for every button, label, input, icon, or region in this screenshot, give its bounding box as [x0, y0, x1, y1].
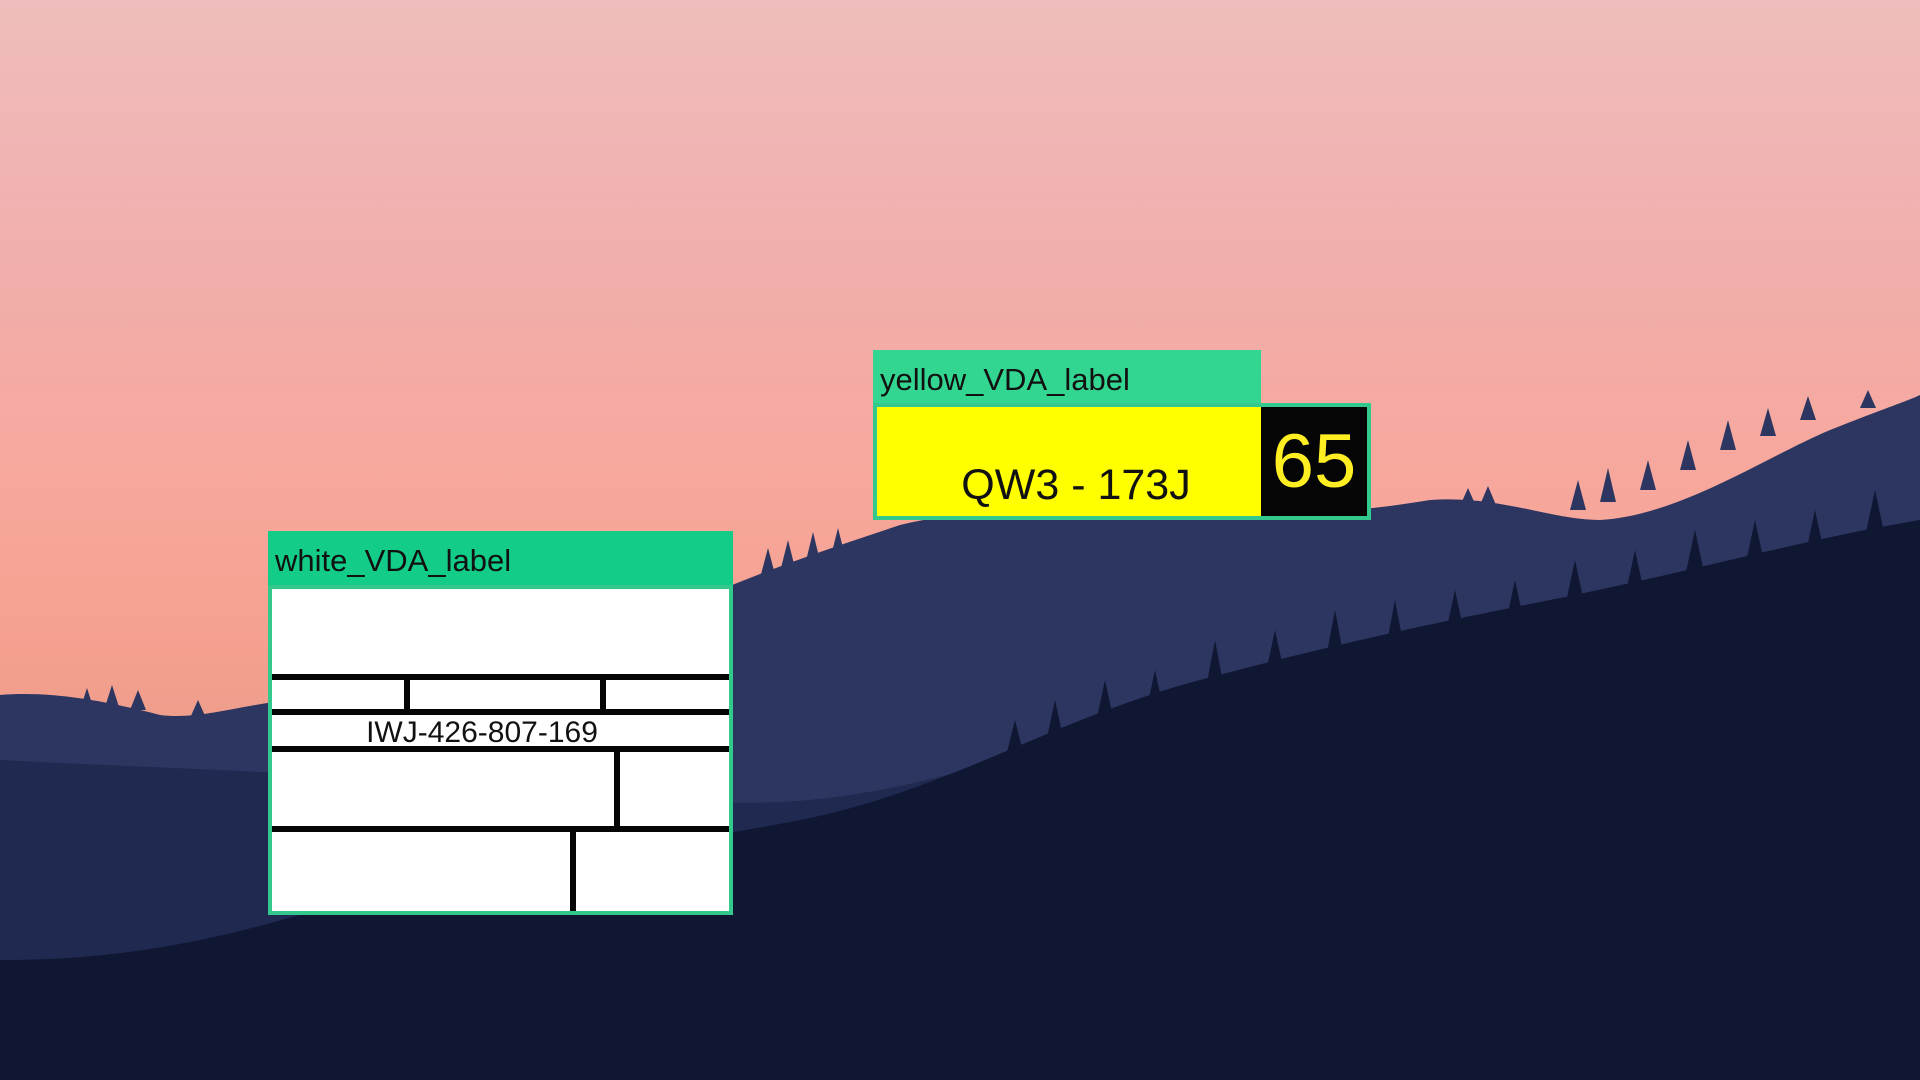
yellow-label-tag: yellow_VDA_label	[873, 350, 1261, 406]
label-divider	[614, 749, 620, 827]
yellow-label-code: QW3 - 173J	[961, 461, 1191, 509]
white-label-tag: white_VDA_label	[268, 531, 733, 588]
yellow-vda-label-box: QW3 - 173J 65	[873, 403, 1371, 520]
label-divider	[404, 677, 410, 711]
yellow-label-tag-text: yellow_VDA_label	[880, 362, 1130, 397]
white-label-code: IWJ-426-807-169	[366, 716, 598, 749]
label-divider	[272, 826, 729, 832]
label-divider	[272, 746, 729, 752]
white-label-tag-text: white_VDA_label	[275, 543, 512, 578]
label-divider	[570, 829, 576, 911]
label-divider	[600, 677, 606, 711]
label-divider	[272, 674, 729, 680]
white-vda-label-box: IWJ-426-807-169	[268, 585, 733, 915]
yellow-label-badge: 65	[1261, 407, 1367, 516]
photo-scene: yellow_VDA_label QW3 - 173J 65 white_VDA…	[0, 0, 1920, 1080]
label-divider	[272, 709, 729, 715]
